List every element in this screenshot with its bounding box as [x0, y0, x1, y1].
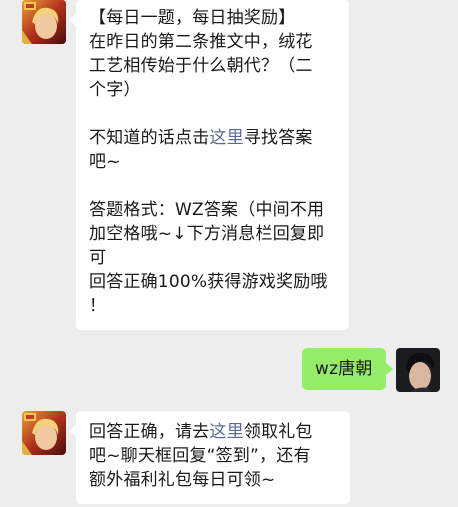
message-text-fragment: 额外福利礼包每日可领~	[89, 470, 276, 490]
here-link[interactable]: 这里	[209, 422, 243, 442]
message-line: 吧~聊天框回复“签到”，还有	[89, 444, 338, 468]
message-line: 吧~	[89, 150, 337, 174]
message-text-fragment: ！	[89, 296, 107, 316]
message-text-fragment: 可	[89, 248, 107, 268]
message-text: 回答正确，请去这里领取礼包 吧~聊天框回复“签到”，还有 额外福利礼包每日可领~	[89, 420, 338, 492]
incoming-message-bubble[interactable]: 回答正确，请去这里领取礼包 吧~聊天框回复“签到”，还有 额外福利礼包每日可领~	[76, 411, 350, 504]
bubble-tail	[69, 14, 76, 26]
message-line: 工艺相传始于什么朝代？（二	[89, 54, 337, 78]
message-line: 【每日一题，每日抽奖励】	[89, 6, 337, 30]
message-text: 【每日一题，每日抽奖励】 在昨日的第二条推文中，绒花 工艺相传始于什么朝代？（二 个字…	[89, 6, 337, 318]
game-hero-avatar-icon[interactable]	[22, 411, 66, 455]
message-line: 在昨日的第二条推文中，绒花	[89, 30, 337, 54]
message-line: 个字）	[89, 78, 337, 102]
incoming-message-bubble[interactable]: 【每日一题，每日抽奖励】 在昨日的第二条推文中，绒花 工艺相传始于什么朝代？（二 个字…	[76, 0, 349, 330]
message-text-fragment: 在昨日的第二条推文中，绒花	[89, 32, 313, 52]
message-line: 回答正确100%获得游戏奖励哦	[89, 270, 337, 294]
message-text-fragment: 不知道的话点击	[89, 128, 210, 148]
message-text-fragment: 答题格式：WZ答案（中间不用	[89, 200, 325, 220]
bubble-tail	[69, 425, 76, 437]
message-line: 加空格哦~↓下方消息栏回复即	[89, 222, 337, 246]
bubble-tail	[386, 363, 393, 375]
message-text-fragment: 个字）	[89, 80, 141, 100]
message-text-fragment: 吧~聊天框回复“签到”，还有	[89, 446, 311, 466]
message-line: 回答正确，请去这里领取礼包	[89, 420, 338, 444]
message-text-fragment: 领取礼包	[243, 422, 313, 442]
message-text-fragment: 工艺相传始于什么朝代？（二	[89, 56, 313, 76]
message-line: 不知道的话点击这里寻找答案	[89, 126, 337, 150]
message-text-fragment: 回答正确，请去	[89, 422, 210, 442]
game-hero-avatar-icon[interactable]	[22, 0, 66, 44]
message-text-fragment: 吧~	[89, 152, 121, 172]
message-text-fragment: 回答正确100%获得游戏奖励哦	[89, 272, 328, 292]
message-line: ！	[89, 294, 337, 318]
message-text-fragment: 寻找答案	[243, 128, 313, 148]
user-portrait-avatar-icon[interactable]	[396, 348, 440, 392]
outgoing-message-bubble[interactable]: wz唐朝	[302, 348, 386, 390]
message-line: 答题格式：WZ答案（中间不用	[89, 198, 337, 222]
message-line: 额外福利礼包每日可领~	[89, 468, 338, 492]
message-text-fragment: 【每日一题，每日抽奖励】	[89, 8, 296, 28]
message-text: wz唐朝	[315, 359, 373, 379]
message-line: 可	[89, 246, 337, 270]
message-text-fragment: 加空格哦~↓下方消息栏回复即	[89, 224, 325, 244]
here-link[interactable]: 这里	[209, 128, 243, 148]
